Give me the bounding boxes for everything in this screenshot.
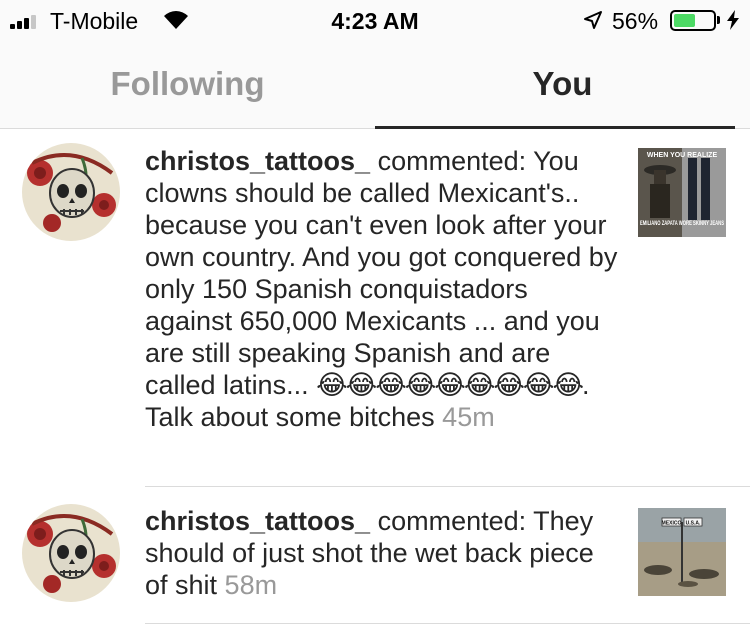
thumbnail-top-text: WHEN YOU REALIZE (647, 152, 718, 159)
tab-following[interactable]: Following (0, 40, 375, 128)
post-thumbnail[interactable]: MEXICO U.S.A. (638, 508, 726, 596)
timestamp: 45m (442, 402, 495, 432)
comment-action: commented: (370, 146, 534, 176)
activity-item[interactable]: christos_tattoos_ commented: They should… (0, 487, 750, 633)
battery-level-fill (674, 14, 696, 27)
avatar[interactable] (22, 143, 120, 241)
divider (145, 623, 750, 624)
sign-left-text: MEXICO (662, 521, 682, 527)
activity-tabs: Following You (0, 40, 750, 129)
comment-body: You clowns should be called Mexicant's..… (145, 146, 618, 400)
skull-roses-icon (22, 143, 120, 241)
sign-right-text: U.S.A. (686, 521, 701, 527)
battery-nub (717, 16, 720, 24)
comment-action: commented: (370, 506, 534, 536)
timestamp: 58m (224, 570, 278, 600)
tab-you[interactable]: You (375, 40, 750, 128)
username[interactable]: christos_tattoos_ (145, 146, 370, 176)
laughing-emoji-icon: 😂😂😂😂😂😂😂😂😂 (316, 370, 584, 400)
comment-text: christos_tattoos_ commented: You clowns … (145, 145, 620, 433)
thumbnail-bottom-text: EMILIANO ZAPATA WORE SKINNY JEANS (640, 221, 724, 227)
post-thumbnail[interactable]: WHEN YOU REALIZE EMILIANO ZAPATA WORE SK… (638, 148, 726, 237)
charging-bolt-icon (727, 10, 739, 30)
meme-thumbnail-icon: WHEN YOU REALIZE EMILIANO ZAPATA WORE SK… (638, 148, 726, 237)
skull-roses-icon (22, 504, 120, 602)
border-photo-thumbnail-icon: MEXICO U.S.A. (638, 508, 726, 596)
avatar[interactable] (22, 504, 120, 602)
battery-percent: 56% (612, 8, 659, 34)
username[interactable]: christos_tattoos_ (145, 506, 370, 536)
status-bar: T-Mobile 4:23 AM 56% (0, 0, 750, 40)
activity-item[interactable]: christos_tattoos_ commented: You clowns … (0, 129, 750, 487)
location-arrow-icon (584, 11, 602, 29)
comment-text: christos_tattoos_ commented: They should… (145, 505, 620, 601)
battery-icon (670, 10, 716, 31)
